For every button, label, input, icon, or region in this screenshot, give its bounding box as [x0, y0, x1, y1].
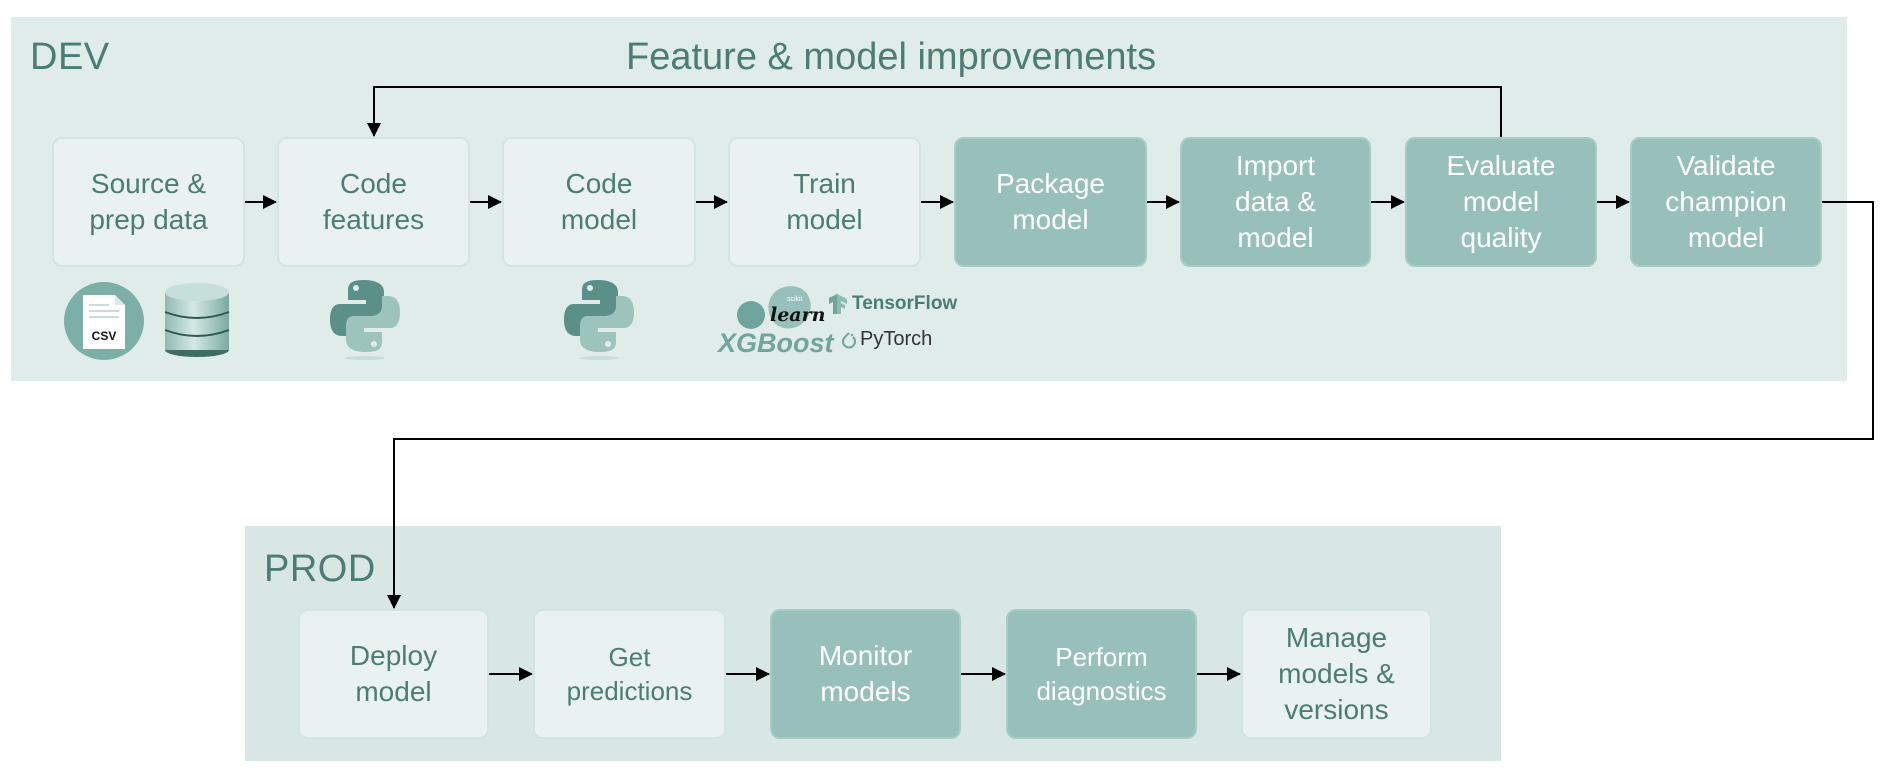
- python-icon: [330, 280, 400, 360]
- flow-connectors: [245, 86, 1874, 681]
- pytorch-icon: [842, 332, 856, 349]
- pytorch-logo: PyTorch: [860, 328, 933, 350]
- dev-to-prod-arrow: [387, 201, 1874, 609]
- feedback-loop-arrow: [367, 86, 1502, 137]
- scikit-small-label: scikit: [787, 296, 803, 303]
- csv-file-icon: CSV: [64, 282, 144, 360]
- csv-label: CSV: [92, 329, 117, 343]
- scikit-learn-label: learn: [770, 304, 826, 326]
- python-icon: [564, 280, 634, 360]
- tensorflow-icon: [829, 294, 847, 314]
- tensorflow-logo: TensorFlow: [852, 293, 958, 314]
- database-icon: [164, 283, 230, 357]
- xgboost-logo: XGBoost: [718, 328, 834, 358]
